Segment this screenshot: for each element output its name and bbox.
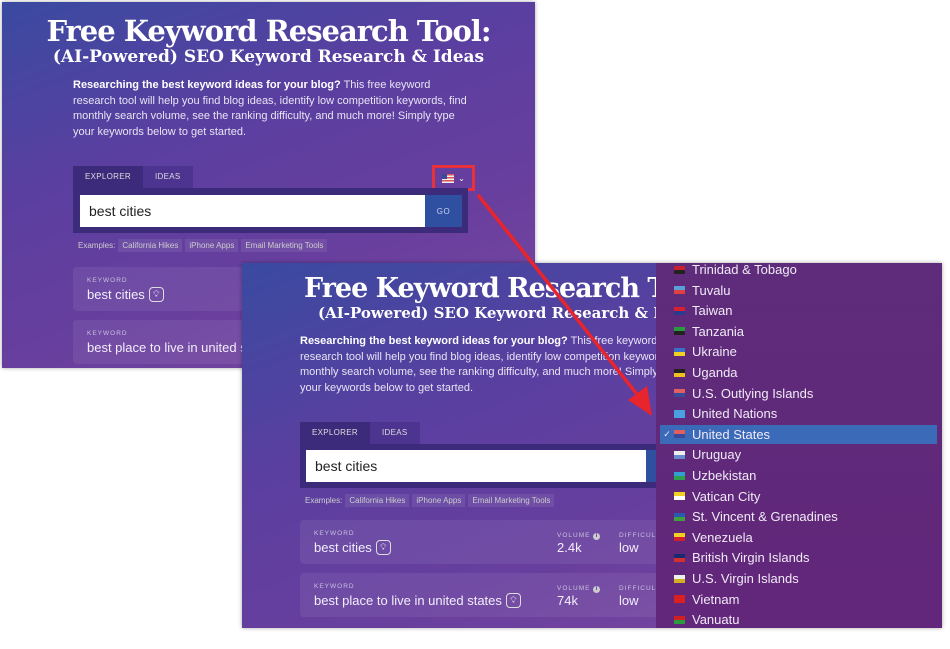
arrow-head xyxy=(628,386,652,416)
arrow-line xyxy=(476,193,642,400)
annotation-arrow xyxy=(476,193,652,416)
